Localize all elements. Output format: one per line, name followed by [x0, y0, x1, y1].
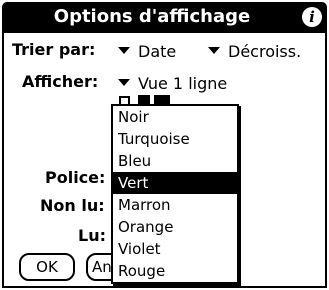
info-icon[interactable]: i	[302, 7, 322, 27]
color-option-violet[interactable]: Violet	[113, 238, 237, 260]
chevron-down-icon	[118, 47, 130, 54]
sort-by-label: Trier par:	[12, 40, 96, 59]
color-option-rouge[interactable]: Rouge	[113, 260, 237, 282]
ok-button[interactable]: OK	[19, 253, 75, 281]
show-label: Afficher:	[22, 72, 99, 91]
dialog-title: Options d'affichage	[53, 6, 251, 27]
dialog-title-bar: Options d'affichage i	[2, 2, 327, 33]
sort-order-popup-trigger[interactable]: Décroiss.	[208, 42, 301, 61]
color-option-turquoise[interactable]: Turquoise	[113, 128, 237, 150]
font-label: Police:	[45, 168, 106, 187]
sort-field-popup-trigger[interactable]: Date	[118, 42, 176, 61]
unread-label: Non lu:	[40, 196, 105, 215]
color-popup-list: Noir Turquoise Bleu Vert Marron Orange V…	[111, 104, 239, 284]
chevron-down-icon	[118, 79, 130, 86]
sort-order-value: Décroiss.	[228, 42, 302, 61]
color-option-noir[interactable]: Noir	[113, 106, 237, 128]
color-option-marron[interactable]: Marron	[113, 194, 237, 216]
show-view-value: Vue 1 ligne	[138, 74, 228, 93]
color-option-orange[interactable]: Orange	[113, 216, 237, 238]
display-options-dialog: Options d'affichage i Trier par: Date Dé…	[0, 0, 329, 290]
chevron-down-icon	[208, 47, 220, 54]
sort-field-value: Date	[138, 42, 177, 61]
color-option-vert[interactable]: Vert	[113, 172, 237, 194]
show-view-popup-trigger[interactable]: Vue 1 ligne	[118, 74, 227, 93]
color-option-bleu[interactable]: Bleu	[113, 150, 237, 172]
read-label: Lu:	[78, 226, 106, 245]
